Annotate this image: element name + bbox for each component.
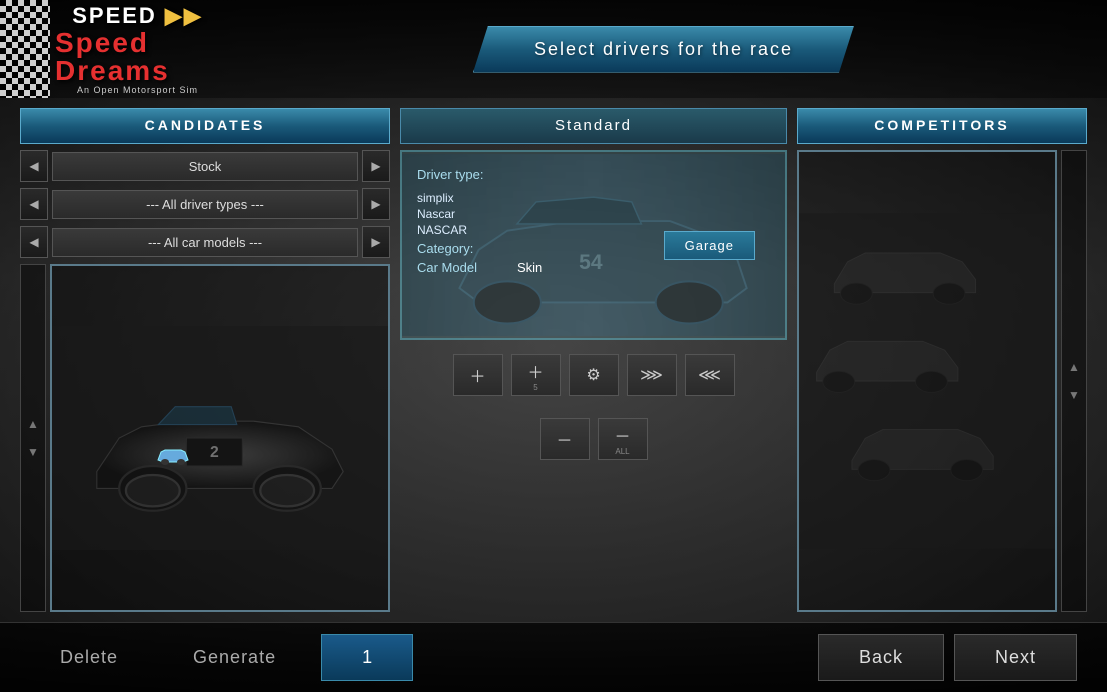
- move-up-icon: ⋙: [640, 365, 663, 385]
- header: SPEED ▶▶ Speed Dreams An Open Motorsport…: [0, 0, 1107, 98]
- candidates-list-area: ▲▼: [20, 264, 390, 612]
- move-up-button[interactable]: ⋙: [627, 354, 677, 396]
- car-model-filter-row: ◀ --- All car models --- ▶: [20, 226, 390, 258]
- category-label-text: Category:: [417, 241, 507, 256]
- candidates-header: CANDIDATES: [20, 108, 390, 144]
- bottom-right-actions: Back Next: [818, 634, 1077, 681]
- remove-one-button[interactable]: －: [540, 418, 590, 460]
- logo-dreams-text: Speed Dreams: [55, 29, 220, 85]
- move-down-button[interactable]: ⋘: [685, 354, 735, 396]
- candidates-list[interactable]: 2: [50, 264, 390, 612]
- action-buttons-area: ＋ ＋ 5 ⚙ ⋙ ⋘: [400, 346, 787, 404]
- driver-type-row: Driver type:: [417, 167, 770, 182]
- competitors-list-area: ▲▼: [797, 150, 1087, 612]
- competitors-header: COMPETITORS: [797, 108, 1087, 144]
- car-model-value: Skin: [517, 260, 542, 275]
- logo-text: SPEED ▶▶ Speed Dreams An Open Motorsport…: [55, 3, 220, 95]
- remove-all-icon: －: [614, 423, 630, 447]
- generate-button[interactable]: Generate: [163, 635, 306, 680]
- driver-name-0: simplix: [417, 191, 770, 205]
- stock-filter-label: Stock: [52, 152, 358, 181]
- stock-next-btn[interactable]: ▶: [362, 150, 390, 182]
- driver-type-filter-row: ◀ --- All driver types --- ▶: [20, 188, 390, 220]
- standard-label: Standard: [555, 117, 632, 134]
- driver-card: 54 Driver type: simplix Nascar NASCAR C: [400, 150, 787, 340]
- logo-subtitle: An Open Motorsport Sim: [77, 85, 198, 95]
- standard-bar: Standard: [400, 108, 787, 144]
- competitors-cars-svg: [799, 152, 1055, 610]
- driver-type-filter-label: --- All driver types ---: [52, 190, 358, 219]
- competitors-panel: COMPETITORS: [797, 108, 1087, 612]
- logo-area: SPEED ▶▶ Speed Dreams An Open Motorsport…: [0, 0, 220, 98]
- move-down-icon: ⋘: [698, 365, 721, 385]
- add-all-button[interactable]: ＋ 5: [511, 354, 561, 396]
- remove-buttons-area: － － ALL: [400, 410, 787, 468]
- candidates-label: CANDIDATES: [145, 117, 266, 133]
- logo-speed-text: SPEED ▶▶: [72, 3, 203, 29]
- competitors-car-images: [799, 152, 1055, 610]
- garage-button[interactable]: Garage: [664, 231, 755, 260]
- remove-one-icon: －: [556, 427, 572, 451]
- middle-panel: Standard: [400, 108, 787, 612]
- candidates-scroll-up[interactable]: ▲▼: [20, 264, 46, 612]
- small-car-icon: [153, 442, 193, 467]
- stock-prev-btn[interactable]: ◀: [20, 150, 48, 182]
- car-model-prev-btn[interactable]: ◀: [20, 226, 48, 258]
- car-model-filter-label: --- All car models ---: [52, 228, 358, 257]
- svg-text:2: 2: [210, 444, 219, 461]
- add-one-icon: ＋: [469, 363, 485, 387]
- driver-card-info: Driver type: simplix Nascar NASCAR Categ…: [417, 167, 770, 275]
- header-title-area: Select drivers for the race: [220, 26, 1107, 73]
- driver-type-label-text: Driver type:: [417, 167, 507, 182]
- back-button[interactable]: Back: [818, 634, 944, 681]
- main-content: CANDIDATES ◀ Stock ▶ ◀ --- All driver ty…: [0, 98, 1107, 622]
- settings-button[interactable]: ⚙: [569, 354, 619, 396]
- competitors-list[interactable]: [797, 150, 1057, 612]
- car-model-label-text: Car Model: [417, 260, 507, 275]
- add-all-icon: ＋: [527, 359, 543, 383]
- driver-type-prev-btn[interactable]: ◀: [20, 188, 48, 220]
- stock-filter-row: ◀ Stock ▶: [20, 150, 390, 182]
- competitors-label: COMPETITORS: [874, 117, 1009, 133]
- car-preview-image: 2: [52, 266, 388, 610]
- add-all-label: 5: [533, 383, 537, 392]
- add-one-button[interactable]: ＋: [453, 354, 503, 396]
- bottom-bar: Delete Generate 1 Back Next: [0, 622, 1107, 692]
- car-svg: 2: [52, 266, 388, 610]
- remove-all-label: ALL: [615, 447, 629, 456]
- settings-icon: ⚙: [586, 365, 600, 385]
- header-title: Select drivers for the race: [534, 39, 793, 59]
- header-title-box: Select drivers for the race: [473, 26, 854, 73]
- checkered-flag-icon: [0, 0, 50, 98]
- next-button[interactable]: Next: [954, 634, 1077, 681]
- selected-driver-icon: [153, 442, 193, 472]
- driver-name-1: Nascar: [417, 207, 770, 221]
- remove-all-button[interactable]: － ALL: [598, 418, 648, 460]
- driver-type-next-btn[interactable]: ▶: [362, 188, 390, 220]
- candidates-panel: CANDIDATES ◀ Stock ▶ ◀ --- All driver ty…: [20, 108, 390, 612]
- car-model-next-btn[interactable]: ▶: [362, 226, 390, 258]
- bottom-left-actions: Delete Generate 1: [30, 634, 413, 681]
- delete-button[interactable]: Delete: [30, 635, 148, 680]
- competitors-scroll[interactable]: ▲▼: [1061, 150, 1087, 612]
- car-model-row: Car Model Skin: [417, 260, 770, 275]
- driver-count-box: 1: [321, 634, 413, 681]
